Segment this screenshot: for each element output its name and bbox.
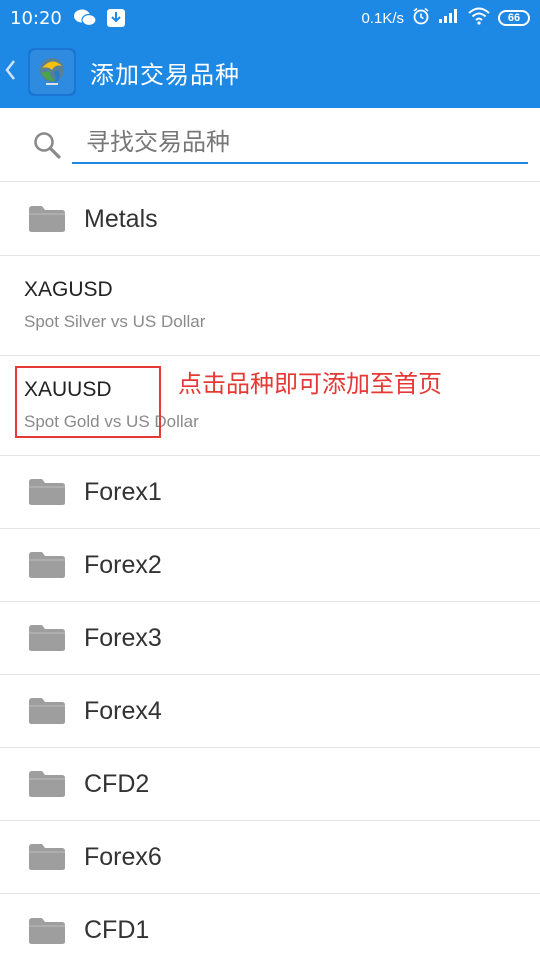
symbol-row-xagusd[interactable]: XAGUSD Spot Silver vs US Dollar — [0, 256, 540, 356]
wifi-icon — [468, 7, 490, 29]
folder-icon — [29, 917, 65, 944]
wechat-icon — [73, 9, 96, 27]
symbol-description: Spot Silver vs US Dollar — [24, 312, 206, 331]
app-bar: 添加交易品种 — [0, 36, 540, 108]
folder-label: Forex3 — [84, 623, 162, 652]
folder-cfd1[interactable]: CFD1 — [0, 894, 540, 960]
battery-level: 66 — [507, 11, 521, 24]
annotation-text: 点击品种即可添加至首页 — [178, 370, 442, 398]
download-icon — [106, 8, 126, 28]
folder-label: Forex2 — [84, 550, 162, 579]
folder-forex3[interactable]: Forex3 — [0, 602, 540, 675]
folder-cfd2[interactable]: CFD2 — [0, 748, 540, 821]
folder-forex1[interactable]: Forex1 — [0, 456, 540, 529]
status-time: 10:20 — [10, 7, 62, 29]
signal-icon — [438, 8, 460, 28]
page-title: 添加交易品种 — [90, 60, 240, 89]
folder-forex2[interactable]: Forex2 — [0, 529, 540, 602]
folder-forex6[interactable]: Forex6 — [0, 821, 540, 894]
folder-forex4[interactable]: Forex4 — [0, 675, 540, 748]
alarm-icon — [412, 7, 430, 29]
folder-label: Metals — [84, 204, 158, 233]
metatrader-logo-icon[interactable] — [28, 48, 76, 96]
folder-label: CFD1 — [84, 916, 150, 944]
search-input[interactable] — [72, 122, 528, 162]
folder-icon — [29, 625, 65, 651]
folder-icon — [29, 552, 65, 578]
status-bar: 10:20 0.1K/s 66 — [0, 0, 540, 36]
folder-label: Forex4 — [84, 696, 162, 725]
search-bar — [0, 108, 540, 182]
symbol-row-xauusd[interactable]: XAUUSD Spot Gold vs US Dollar 点击品种即可添加至首… — [0, 356, 540, 456]
folder-label: Forex1 — [84, 477, 162, 506]
search-icon — [32, 130, 62, 165]
folder-icon — [29, 206, 65, 232]
folder-label: Forex6 — [84, 842, 162, 871]
symbol-list: Metals XAGUSD Spot Silver vs US Dollar X… — [0, 183, 540, 960]
battery-icon: 66 — [498, 10, 530, 26]
folder-icon — [29, 698, 65, 724]
chevron-left-icon[interactable] — [4, 57, 26, 88]
folder-icon — [29, 844, 65, 870]
folder-label: CFD2 — [84, 769, 150, 798]
search-field[interactable] — [72, 122, 528, 164]
folder-icon — [29, 479, 65, 505]
network-speed: 0.1K/s — [361, 9, 404, 27]
highlight-box — [15, 366, 161, 438]
folder-metals[interactable]: Metals — [0, 183, 540, 256]
symbol-name: XAGUSD — [24, 278, 113, 301]
folder-icon — [29, 771, 65, 797]
